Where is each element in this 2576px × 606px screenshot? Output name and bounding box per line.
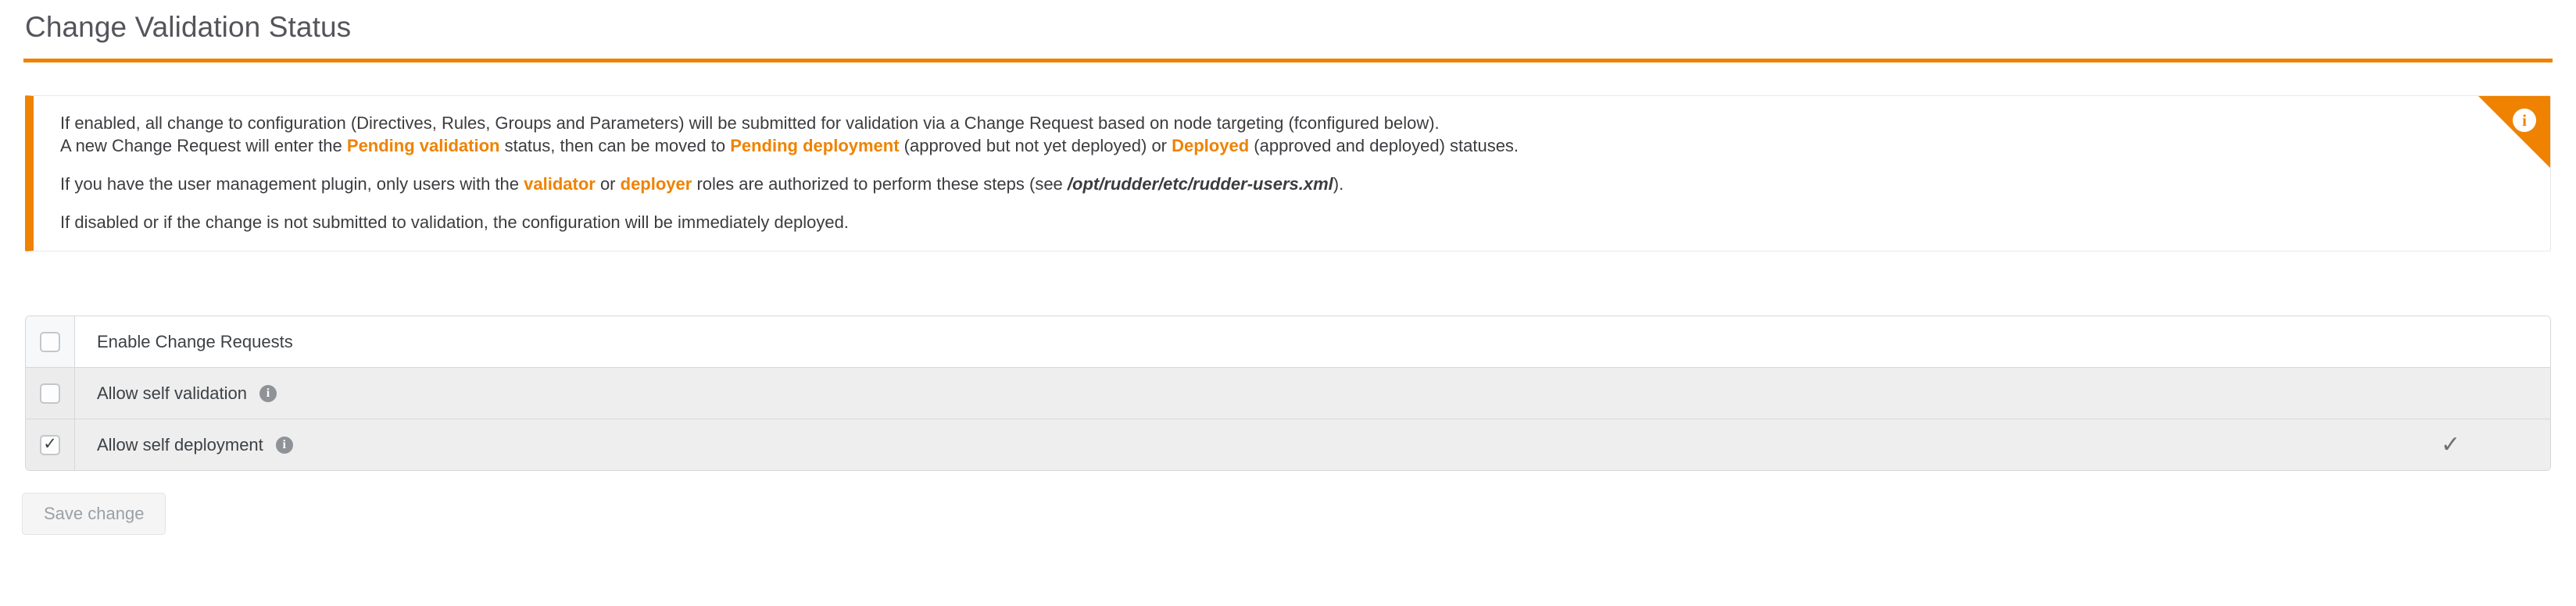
enable-change-requests-checkbox[interactable]: ✓ [40, 331, 60, 352]
callout-text: (approved but not yet deployed) or [899, 136, 1172, 156]
checkbox-cell[interactable]: ✓ [26, 368, 75, 419]
options-table: ✓ Enable Change Requests ✓ ✓ Allow self … [25, 315, 2551, 471]
status-cell: ✓ [2441, 368, 2550, 419]
label-cell: Enable Change Requests [75, 316, 2441, 367]
info-callout-panel: i If enabled, all change to configuratio… [25, 95, 2551, 252]
checkbox-cell[interactable]: ✓ [26, 419, 75, 470]
rudder-users-file-path: /opt/rudder/etc/rudder-users.xml [1067, 174, 1333, 194]
callout-text: status, then can be moved to [499, 136, 731, 156]
info-icon[interactable]: i [259, 384, 277, 402]
allow-self-validation-checkbox[interactable]: ✓ [40, 383, 60, 404]
callout-text: roles are authorized to perform these st… [692, 174, 1068, 194]
callout-text: If enabled, all change to configuration … [60, 113, 1440, 133]
change-validation-status-page: Change Validation Status i If enabled, a… [0, 0, 2576, 606]
callout-paragraph-2: If you have the user management plugin, … [60, 173, 2524, 195]
status-pending-validation: Pending validation [346, 136, 500, 156]
status-check-icon: ✓ [2441, 431, 2461, 458]
save-change-button[interactable]: Save change [22, 493, 166, 536]
info-icon: i [2513, 109, 2536, 132]
status-cell: ✓ [2441, 316, 2550, 367]
callout-paragraph-1-line-1: If enabled, all change to configuration … [60, 112, 2524, 134]
table-row[interactable]: ✓ Enable Change Requests ✓ [26, 316, 2550, 368]
page-title: Change Validation Status [25, 11, 352, 43]
title-underline-rule [23, 58, 2553, 62]
callout-text: A new Change Request will enter the [60, 136, 347, 156]
status-pending-deployment: Pending deployment [730, 136, 900, 156]
allow-self-deployment-checkbox[interactable]: ✓ [40, 434, 60, 455]
callout-text: (approved and deployed) statuses. [1249, 136, 1519, 156]
label-cell: Allow self validation i [75, 368, 2441, 419]
callout-text: If you have the user management plugin, … [60, 174, 524, 194]
callout-paragraph-1-line-2: A new Change Request will enter the Pend… [60, 134, 2524, 157]
callout-text: ). [1333, 174, 1344, 194]
callout-text: or [595, 174, 621, 194]
label-cell: Allow self deployment i [75, 419, 2441, 470]
check-glyph: ✓ [43, 435, 57, 453]
checkbox-cell[interactable]: ✓ [26, 316, 75, 367]
info-icon[interactable]: i [275, 436, 293, 454]
table-row[interactable]: ✓ Allow self deployment i ✓ [26, 419, 2550, 470]
table-row[interactable]: ✓ Allow self validation i ✓ [26, 368, 2550, 419]
status-deployed: Deployed [1172, 136, 1250, 156]
option-label-allow-self-validation: Allow self validation [97, 383, 247, 403]
callout-text: If disabled or if the change is not subm… [60, 212, 849, 233]
role-validator: validator [524, 174, 596, 194]
callout-paragraph-3: If disabled or if the change is not subm… [60, 211, 2524, 233]
option-label-allow-self-deployment: Allow self deployment [97, 434, 263, 454]
role-deployer: deployer [620, 174, 692, 194]
option-label-enable-change-requests: Enable Change Requests [97, 331, 293, 351]
status-cell: ✓ [2441, 419, 2550, 470]
page-header: Change Validation Status [23, 11, 2553, 62]
corner-ribbon [2478, 96, 2550, 168]
